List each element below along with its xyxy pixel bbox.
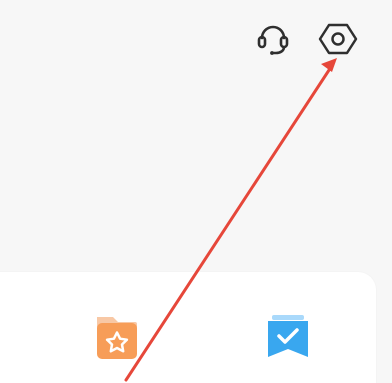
app-screen	[0, 0, 392, 383]
headset-icon	[257, 25, 289, 55]
favorites-button[interactable]	[93, 313, 141, 363]
customer-support-button[interactable]	[252, 18, 294, 60]
top-right-toolbar	[252, 18, 392, 62]
bookmark-check-icon	[268, 315, 308, 357]
folder-star-icon	[97, 317, 137, 359]
todo-button[interactable]	[264, 313, 312, 363]
hexagon-settings-icon	[318, 23, 358, 55]
settings-button[interactable]	[317, 18, 359, 60]
bottom-panel	[0, 272, 376, 383]
